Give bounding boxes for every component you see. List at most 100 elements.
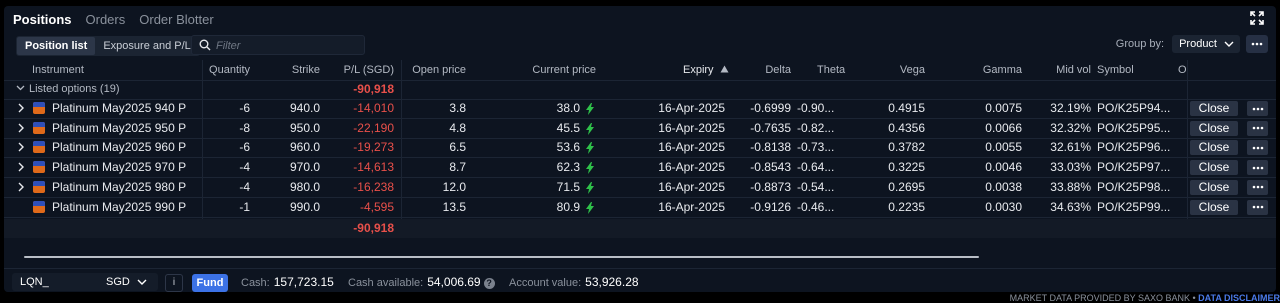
col-extra[interactable]: O [1178, 60, 1187, 80]
chevron-right-icon[interactable] [16, 103, 26, 113]
instrument-badge-icon [33, 180, 45, 193]
open-price-value: 4.8 [449, 120, 466, 135]
col-current-price[interactable]: Current price [516, 60, 596, 80]
table-options-button[interactable] [1246, 35, 1268, 53]
quantity-value: -4 [239, 160, 250, 175]
col-vega[interactable]: Vega [875, 60, 925, 80]
fund-button[interactable]: Fund [192, 274, 228, 292]
account-value-label: Account value: [509, 277, 582, 289]
segment-exposure-pl[interactable]: Exposure and P/L [95, 37, 198, 55]
mid-vol-value: 32.19% [1050, 101, 1091, 115]
chevron-down-icon[interactable] [16, 85, 25, 91]
chevron-right-icon[interactable] [16, 162, 26, 172]
open-price-value: 8.7 [449, 160, 466, 175]
current-price-value: 62.3 [556, 160, 580, 175]
group-row-listed-options[interactable]: Listed options (19) -90,918 [4, 80, 1276, 100]
row-more-button[interactable] [1247, 199, 1268, 215]
instrument-name: Platinum May2025 950 P [52, 120, 187, 135]
col-symbol[interactable]: Symbol [1097, 60, 1134, 80]
instrument-name: Platinum May2025 980 P [52, 179, 187, 194]
total-row: -90,918 [4, 219, 1276, 238]
close-position-button[interactable]: Close [1190, 199, 1238, 215]
row-more-button[interactable] [1247, 120, 1268, 136]
total-pl: -90,918 [353, 221, 394, 235]
col-instrument[interactable]: Instrument [32, 60, 84, 80]
close-position-button[interactable]: Close [1190, 120, 1238, 136]
gamma-value: 0.0038 [985, 179, 1022, 194]
chevron-right-icon[interactable] [16, 142, 26, 152]
question-icon[interactable]: ? [483, 277, 495, 289]
vega-value: 0.4356 [888, 120, 925, 135]
current-price-value: 71.5 [556, 179, 580, 194]
col-expiry[interactable]: Expiry [683, 60, 729, 80]
strike-value: 960.0 [289, 140, 320, 155]
tab-bar: Positions Orders Order Blotter [13, 12, 228, 27]
chevron-right-icon[interactable] [16, 182, 26, 192]
close-position-button[interactable]: Close [1190, 101, 1238, 116]
row-more-button[interactable] [1247, 160, 1268, 176]
mid-vol-value: 33.88% [1050, 179, 1091, 194]
table-row[interactable]: Platinum May2025 980 P -4 980.0 -16,238 12.0… [4, 178, 1276, 198]
row-more-button[interactable] [1247, 101, 1268, 116]
table-row[interactable]: Platinum May2025 970 P -4 970.0 -14,613 8.7 6… [4, 158, 1276, 179]
col-pl[interactable]: P/L (SGD) [324, 60, 394, 80]
row-more-button[interactable] [1247, 179, 1268, 195]
close-position-button[interactable]: Close [1190, 179, 1238, 195]
vega-value: 0.2235 [888, 199, 925, 214]
current-price-value: 45.5 [556, 120, 580, 135]
account-selector[interactable]: LQN_ SGD [12, 273, 158, 291]
sort-ascending-icon [720, 65, 729, 73]
row-more-button[interactable] [1247, 140, 1268, 156]
col-delta[interactable]: Delta [741, 60, 791, 80]
open-price-value: 13.5 [442, 199, 466, 214]
vega-value: 0.4915 [888, 101, 925, 115]
segment-position-list[interactable]: Position list [17, 37, 96, 55]
tab-positions[interactable]: Positions [13, 12, 72, 27]
col-gamma[interactable]: Gamma [972, 60, 1022, 80]
close-position-button[interactable]: Close [1190, 160, 1238, 176]
quantity-value: -1 [239, 199, 250, 214]
group-by-select[interactable]: Product [1172, 35, 1240, 53]
account-value-value: 53,926.28 [585, 275, 639, 289]
instrument-badge-icon [33, 121, 45, 134]
chevron-right-icon[interactable] [16, 123, 26, 133]
lightning-icon [586, 181, 594, 194]
delta-value: -0.7635 [750, 120, 791, 135]
table-row[interactable]: Platinum May2025 960 P -6 960.0 -19,273 6.5 5… [4, 138, 1276, 159]
quantity-value: -6 [239, 101, 250, 115]
account-info-button[interactable]: i [165, 274, 183, 292]
data-disclaimer-link[interactable]: DATA DISCLAIMER [1198, 293, 1280, 303]
strike-value: 970.0 [289, 160, 320, 175]
table-row[interactable]: Platinum May2025 940 P -6 940.0 -14,010 3.8 3… [4, 99, 1276, 119]
horizontal-scrollbar[interactable] [24, 256, 979, 258]
col-theta[interactable]: Theta [817, 60, 845, 80]
disclaimer-text: MARKET DATA PROVIDED BY SAXO BANK • [1009, 293, 1196, 303]
col-mid-vol[interactable]: Mid vol [1041, 60, 1091, 80]
col-strike[interactable]: Strike [270, 60, 320, 80]
positions-panel: Positions Orders Order Blotter Position … [4, 6, 1276, 292]
lightning-icon [586, 162, 594, 175]
cash-available-summary: Cash available: 54,006.69? [348, 275, 495, 289]
col-open-price[interactable]: Open price [406, 60, 466, 80]
vega-value: 0.3225 [888, 160, 925, 175]
symbol-value: PO/K25P98... [1097, 179, 1171, 194]
current-price-value: 53.6 [556, 140, 580, 155]
mid-vol-value: 32.32% [1050, 120, 1091, 135]
table-row[interactable]: Platinum May2025 990 P -1 990.0 -4,595 13.5 8… [4, 198, 1276, 218]
tab-order-blotter[interactable]: Order Blotter [139, 12, 213, 27]
instrument-badge-icon [33, 141, 45, 154]
close-position-button[interactable]: Close [1190, 140, 1238, 156]
pl-value: -19,273 [353, 140, 394, 155]
mid-vol-value: 34.63% [1050, 199, 1091, 214]
expiry-value: 16-Apr-2025 [658, 140, 725, 155]
cash-available-label: Cash available: [348, 277, 424, 289]
vega-value: 0.3782 [888, 140, 925, 155]
table-row[interactable]: Platinum May2025 950 P -8 950.0 -22,190 4.8 4… [4, 119, 1276, 139]
expand-icon[interactable] [1250, 11, 1264, 25]
more-icon [1252, 126, 1263, 130]
col-quantity[interactable]: Quantity [200, 60, 250, 80]
gamma-value: 0.0055 [985, 140, 1022, 155]
filter-input[interactable] [214, 36, 358, 56]
cash-value: 157,723.15 [273, 275, 334, 289]
tab-orders[interactable]: Orders [86, 12, 126, 27]
